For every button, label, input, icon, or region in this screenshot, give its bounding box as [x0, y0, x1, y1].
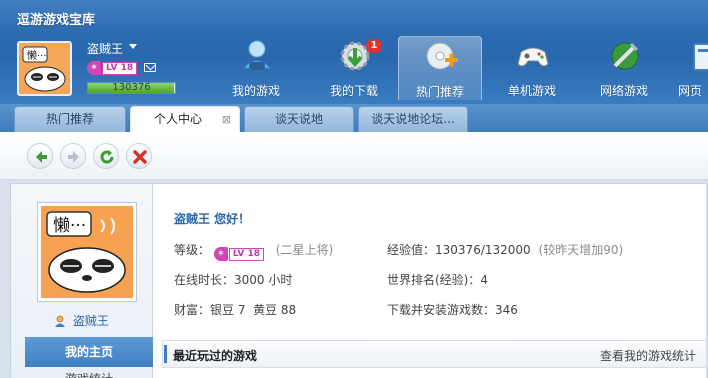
refresh-button[interactable] — [93, 143, 119, 169]
rank-row: 世界排名(经验)：4 — [387, 271, 488, 288]
web-icon — [693, 43, 708, 71]
rank-value: 4 — [480, 273, 489, 287]
profile-avatar[interactable]: 懒··· — [37, 202, 137, 302]
svg-text:懒···: 懒··· — [27, 49, 47, 62]
stop-icon — [133, 150, 147, 164]
tab-label: 谈天说地 — [274, 112, 323, 126]
back-icon — [36, 151, 47, 163]
browser-toolbar — [0, 132, 708, 180]
online-value: 3000 小时 — [234, 273, 293, 287]
level-badge: ✶ LV 18 — [87, 61, 138, 75]
sidebar-item-game-stats[interactable]: 游戏统计 — [25, 370, 153, 378]
close-icon[interactable]: ⊠ — [222, 108, 231, 132]
nav-online-games[interactable]: 网络游戏 — [582, 36, 666, 100]
chevron-down-icon[interactable] — [129, 44, 137, 49]
user-icon — [55, 315, 66, 327]
nav-single-games[interactable]: 单机游戏 — [490, 36, 574, 100]
section-title: 最近玩过的游戏 — [173, 349, 258, 363]
username-menu[interactable]: 盗贼王 — [87, 40, 123, 57]
sidebar: 懒··· 盗贼王 我的主页 游戏统计 — [11, 184, 153, 378]
forward-icon — [68, 151, 79, 163]
wealth-value: 银豆 7 黄豆 88 — [210, 303, 297, 317]
sidebar-username[interactable]: 盗贼王 — [11, 312, 152, 329]
mail-icon[interactable] — [144, 63, 156, 72]
nav-my-downloads[interactable]: 我的下载 — [312, 36, 396, 100]
star-icon: ✶ — [87, 61, 101, 75]
tab-personal-center[interactable]: 个人中心 ⊠ — [130, 106, 240, 133]
wealth-label: 财富： — [174, 303, 211, 317]
back-button[interactable] — [27, 143, 53, 169]
exp-delta: (较昨天增加90) — [538, 243, 624, 257]
exp-row: 经验值：130376/132000 (较昨天增加90) — [387, 241, 623, 258]
disc-plus-icon — [426, 42, 458, 70]
recent-games-section: 最近玩过的游戏 查看我的游戏统计 — [162, 340, 708, 368]
tab-strip: 热门推荐 个人中心 ⊠ 谈天说地 谈天说地论坛... — [0, 104, 708, 133]
downloads-row: 下载并安装游戏数：346 — [387, 301, 518, 318]
nav-label: 热门推荐 — [415, 85, 464, 99]
star-icon: ✶ — [213, 247, 228, 261]
exp-progress-bar: 130376 — [87, 82, 176, 94]
forward-button[interactable] — [60, 143, 86, 169]
network-game-icon — [611, 42, 639, 70]
user-gamepad-icon — [242, 40, 272, 70]
rank-label: 世界排名(经验)： — [387, 273, 481, 287]
svg-text:懒···: 懒··· — [53, 216, 86, 236]
exp-label: 经验值： — [387, 243, 436, 257]
tab-label: 热门推荐 — [45, 112, 94, 126]
level-badge-large: ✶ LV 18 — [213, 247, 264, 261]
level-description: (二星上将) — [275, 243, 334, 257]
section-marker — [164, 345, 167, 363]
refresh-icon — [100, 150, 114, 164]
downloads-label: 下载并安装游戏数： — [387, 303, 496, 317]
gamepad-icon — [517, 47, 549, 67]
app-title: 逗游游戏宝库 — [17, 13, 96, 28]
tab-label: 谈天说地论坛... — [371, 112, 455, 126]
notification-badge: 1 — [366, 39, 382, 53]
level-text: LV 18 — [228, 247, 264, 261]
nav-web[interactable]: 网页 — [670, 36, 708, 100]
exp-value: 130376/132000 — [435, 243, 531, 257]
view-game-stats-link[interactable]: 查看我的游戏统计 — [600, 347, 696, 364]
downloads-value: 346 — [495, 303, 518, 317]
stop-button[interactable] — [126, 143, 152, 169]
nav-label: 我的下载 — [329, 84, 378, 98]
level-label: 等级： — [174, 243, 211, 257]
nav-my-games[interactable]: 我的游戏 — [214, 36, 298, 100]
wealth-row: 财富：银豆 7 黄豆 88 — [174, 301, 296, 318]
nav-label: 我的游戏 — [231, 84, 280, 98]
sidebar-item-my-homepage[interactable]: 我的主页 — [25, 337, 153, 367]
greeting: 盗贼王 您好！ — [174, 212, 251, 226]
profile-content: 懒··· 盗贼王 我的主页 游戏统计 盗贼王 您好！ 等级： ✶ — [10, 183, 708, 378]
app-header: 逗游游戏宝库 懒··· 盗贼王 ✶ LV 18 130376 我的游戏 我的下载… — [0, 0, 708, 104]
nav-hot-recommend[interactable]: 热门推荐 — [398, 36, 482, 100]
level-text: LV 18 — [102, 61, 138, 75]
tab-label: 个人中心 — [153, 112, 202, 126]
online-label: 在线时长： — [174, 273, 235, 287]
tab-hot-recommend[interactable]: 热门推荐 — [14, 106, 126, 132]
nav-label: 网络游戏 — [599, 84, 648, 98]
online-row: 在线时长：3000 小时 — [174, 271, 292, 288]
exp-progress-text: 130376 — [112, 82, 151, 93]
sidebar-username-text: 盗贼王 — [72, 314, 109, 328]
tab-forum[interactable]: 谈天说地论坛... — [358, 106, 468, 132]
nav-label: 网页 — [678, 84, 703, 98]
level-row: 等级： ✶ LV 18 (二星上将) — [174, 241, 333, 261]
tab-chat[interactable]: 谈天说地 — [244, 106, 354, 132]
avatar[interactable]: 懒··· — [17, 41, 72, 96]
nav-label: 单机游戏 — [507, 84, 556, 98]
